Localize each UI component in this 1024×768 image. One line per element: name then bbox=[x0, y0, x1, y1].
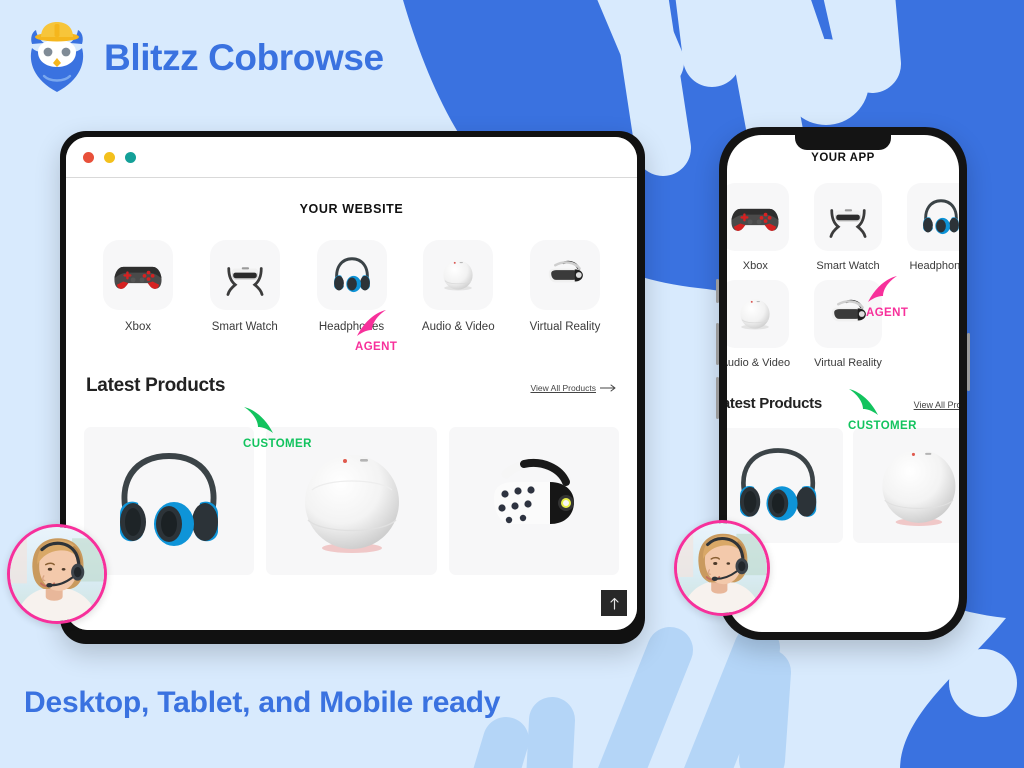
category-label: Virtual Reality bbox=[529, 321, 601, 333]
window-close-dot[interactable] bbox=[83, 151, 94, 163]
cursor-arrow-icon bbox=[357, 310, 386, 336]
product-card-row bbox=[84, 427, 619, 575]
category-xbox[interactable]: Xbox bbox=[86, 240, 190, 333]
app-latest-products-title: Latest Products bbox=[727, 395, 822, 412]
view-all-products-link[interactable]: View All Products bbox=[530, 383, 617, 393]
website-content: YOUR WEBSITE Xbox Smart Watch Headphones… bbox=[66, 178, 637, 630]
support-agent-photo bbox=[677, 523, 767, 613]
gamepad-icon bbox=[731, 208, 779, 231]
app-category-smart-watch[interactable]: Smart Watch bbox=[806, 183, 891, 272]
smart-speaker-icon bbox=[443, 260, 473, 291]
category-virtual-reality[interactable]: Virtual Reality bbox=[513, 240, 617, 333]
app-category-tile bbox=[906, 183, 959, 251]
agent-avatar-desktop[interactable] bbox=[7, 524, 107, 624]
blue-headphones-product bbox=[119, 452, 218, 546]
phone-power-button[interactable] bbox=[967, 333, 970, 391]
app-category-tile bbox=[727, 280, 790, 348]
phone-mute-button[interactable] bbox=[716, 279, 719, 303]
customer-cursor-label: CUSTOMER bbox=[243, 438, 312, 450]
scroll-to-top-button[interactable] bbox=[601, 590, 627, 616]
app-category-label: Headphones bbox=[909, 260, 959, 272]
browser-titlebar bbox=[66, 137, 637, 178]
headphones-icon bbox=[333, 257, 370, 293]
smart-speaker-icon bbox=[740, 299, 770, 330]
site-title: YOUR WEBSITE bbox=[299, 202, 404, 216]
category-audio-video[interactable]: Audio & Video bbox=[406, 240, 510, 333]
blue-headphones-product bbox=[739, 448, 816, 521]
phone-volume-down-button[interactable] bbox=[716, 377, 719, 419]
app-category-audio-video[interactable]: Audio & Video bbox=[727, 280, 798, 369]
owl-hardhat-logo bbox=[30, 22, 84, 92]
category-label: Smart Watch bbox=[211, 321, 278, 333]
customer-cursor-label: CUSTOMER bbox=[848, 420, 917, 432]
app-category-label: Audio & Video bbox=[727, 357, 791, 369]
category-row: Xbox Smart Watch Headphones Audio & Vide… bbox=[84, 240, 619, 333]
desktop-browser-mockup: YOUR WEBSITE Xbox Smart Watch Headphones… bbox=[60, 131, 645, 644]
headphones-icon bbox=[922, 199, 959, 235]
agent-cursor-mobile: AGENT bbox=[866, 272, 908, 319]
category-tile bbox=[103, 240, 173, 310]
vr-headset-icon bbox=[548, 260, 583, 283]
arrow-right-icon bbox=[600, 384, 616, 392]
cursor-arrow-icon bbox=[868, 276, 897, 302]
cursor-arrow-icon bbox=[244, 407, 273, 433]
white-speaker-product bbox=[304, 455, 399, 553]
arrow-up-icon bbox=[609, 597, 619, 610]
app-latest-products-header: Latest Products View All Products bbox=[727, 395, 959, 412]
latest-products-header: Latest Products View All Products bbox=[84, 375, 619, 397]
category-tile bbox=[209, 240, 280, 310]
phone-volume-up-button[interactable] bbox=[716, 323, 719, 365]
app-category-tile bbox=[727, 183, 790, 251]
window-maximize-dot[interactable] bbox=[125, 151, 136, 163]
app-product-card[interactable] bbox=[853, 428, 959, 543]
app-category-label: Smart Watch bbox=[816, 260, 880, 272]
app-category-grid: Xbox Smart Watch Headphon Audio & Video … bbox=[727, 183, 959, 369]
phone-notch bbox=[795, 135, 891, 150]
white-speaker-product bbox=[881, 449, 955, 526]
latest-products-title: Latest Products bbox=[86, 375, 226, 396]
app-product-card-row bbox=[727, 428, 959, 543]
app-category-label: Virtual Reality bbox=[814, 357, 882, 369]
support-agent-photo bbox=[10, 527, 104, 621]
customer-cursor-mobile: CUSTOMER bbox=[848, 385, 917, 432]
category-tile bbox=[423, 240, 494, 310]
gamepad-icon bbox=[114, 266, 162, 289]
app-category-headphones[interactable]: Headphones bbox=[898, 183, 959, 272]
app-view-all-products-link[interactable]: View All Products bbox=[914, 400, 959, 410]
app-title: YOUR APP bbox=[811, 152, 875, 164]
page-header: Blitzz Cobrowse bbox=[24, 22, 384, 92]
brand-title: Blitzz Cobrowse bbox=[104, 36, 384, 78]
agent-cursor-label: AGENT bbox=[866, 307, 909, 319]
product-card[interactable] bbox=[84, 427, 255, 575]
category-smart-watch[interactable]: Smart Watch bbox=[193, 240, 297, 333]
agent-avatar-mobile[interactable] bbox=[674, 520, 770, 616]
customer-cursor-desktop: CUSTOMER bbox=[243, 403, 312, 450]
app-category-tile bbox=[813, 183, 882, 251]
agent-cursor-desktop: AGENT bbox=[355, 306, 397, 353]
agent-cursor-label: AGENT bbox=[355, 341, 398, 353]
app-category-label: Xbox bbox=[742, 260, 768, 272]
window-minimize-dot[interactable] bbox=[104, 151, 115, 163]
cursor-arrow-icon bbox=[849, 389, 878, 415]
view-all-label: View All Products bbox=[530, 383, 596, 393]
smartwatch-icon bbox=[226, 267, 264, 296]
category-label: Audio & Video bbox=[421, 321, 495, 333]
app-category-xbox[interactable]: Xbox bbox=[727, 183, 798, 272]
smartwatch-icon bbox=[829, 209, 867, 238]
product-card[interactable] bbox=[448, 427, 619, 575]
category-tile bbox=[530, 240, 600, 310]
category-label: Xbox bbox=[124, 321, 152, 333]
tagline: Desktop, Tablet, and Mobile ready bbox=[24, 686, 501, 719]
vr-headset-product bbox=[494, 459, 575, 524]
category-tile bbox=[316, 240, 387, 310]
